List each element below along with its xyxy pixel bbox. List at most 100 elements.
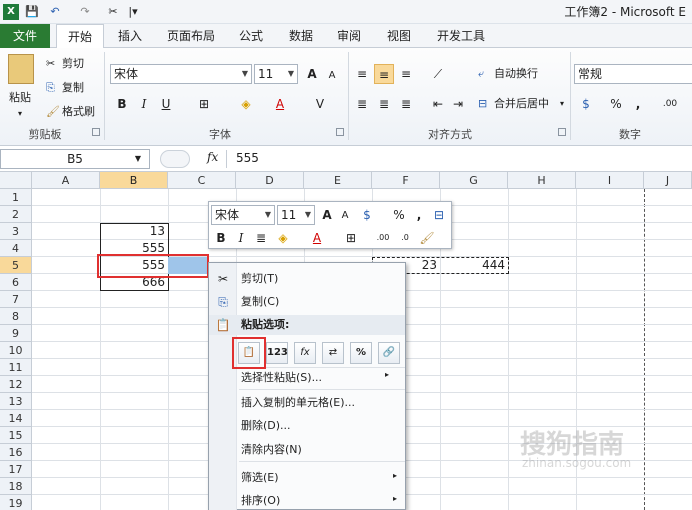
percent-button[interactable]: % [606,94,626,114]
number-format-combo[interactable]: 常规 [574,64,692,84]
row-header[interactable]: 17 [0,461,32,478]
excel-icon[interactable]: X [3,4,19,20]
align-middle-icon[interactable]: ≡ [374,64,394,84]
row-header[interactable]: 12 [0,376,32,393]
format-painter-icon[interactable]: 🖌 [417,228,437,248]
row-header[interactable]: 19 [0,495,32,510]
font-size-combo[interactable]: 11 ▼ [254,64,298,84]
column-header-g[interactable]: G [440,172,508,189]
phonetic-icon[interactable]: ᐯ [310,94,330,114]
format-painter-button[interactable]: 格式刷 [62,104,95,120]
align-left-icon[interactable]: ≣ [352,94,372,114]
cut-button[interactable]: 剪切 [62,56,84,72]
align-right-icon[interactable]: ≣ [396,94,416,114]
column-header-b[interactable]: B [100,172,168,189]
column-header-i[interactable]: I [576,172,644,189]
row-header[interactable]: 5 [0,257,32,274]
increase-indent-icon[interactable]: ⇥ [448,94,468,114]
mini-percent-button[interactable]: % [389,205,409,225]
menu-item-paste-special[interactable]: 选择性粘贴(S)... [241,369,322,387]
column-header-e[interactable]: E [304,172,372,189]
column-header-a[interactable]: A [32,172,100,189]
name-box[interactable]: B5 ▼ [0,149,150,169]
paste-button-values[interactable]: 123 [266,342,288,364]
undo-icon[interactable]: ↶ [46,4,64,20]
comma-button[interactable]: , [628,94,648,114]
menu-item-copy[interactable]: 复制(C) [241,293,279,311]
column-header-d[interactable]: D [236,172,304,189]
wrap-text-button[interactable]: 自动换行 [494,66,538,82]
tab-formulas[interactable]: 公式 [232,24,270,48]
merge-center-button[interactable]: 合并后居中 [494,96,549,112]
chevron-down-icon[interactable]: ▾ [560,96,564,112]
fill-color-icon[interactable]: ◈ [273,228,293,248]
fill-color-icon[interactable]: ◈ [236,94,256,114]
italic-button[interactable]: I [134,94,154,114]
borders-icon[interactable]: ⊞ [194,94,214,114]
underline-button[interactable]: U [156,94,176,114]
menu-item-cut[interactable]: 剪切(T) [241,270,278,288]
font-color-icon[interactable]: A [307,228,327,248]
paste-button-formulas[interactable]: fx [294,342,316,364]
row-header[interactable]: 10 [0,342,32,359]
customize-qat-icon[interactable]: |▾ [124,4,142,20]
tab-view[interactable]: 视图 [380,24,418,48]
grow-font-button[interactable]: A [302,64,322,84]
mini-bold-button[interactable]: B [211,228,231,248]
font-color-icon[interactable]: A [270,94,290,114]
formula-input[interactable]: 555 [236,151,259,165]
redo-icon[interactable]: ↷ [76,4,94,20]
mini-font-combo[interactable]: 宋体 ▼ [211,205,275,225]
align-bottom-icon[interactable]: ≡ [396,64,416,84]
alignment-launcher-icon[interactable] [558,128,566,136]
font-name-combo[interactable]: 宋体 ▼ [110,64,252,84]
merge-center-icon[interactable]: ⊟ [429,205,449,225]
paste-button[interactable]: 粘贴 [9,90,31,106]
cell-b3[interactable]: 13 [100,223,168,239]
accounting-format-icon[interactable]: $ [576,94,596,114]
menu-item-insert-copied[interactable]: 插入复制的单元格(E)... [241,394,355,412]
insert-function-icon[interactable]: fx [207,150,218,164]
row-header[interactable]: 3 [0,223,32,240]
tab-page-layout[interactable]: 页面布局 [160,24,222,48]
column-header-f[interactable]: F [372,172,440,189]
menu-item-delete[interactable]: 删除(D)... [241,417,291,435]
decrease-indent-icon[interactable]: ⇤ [428,94,448,114]
align-top-icon[interactable]: ≡ [352,64,372,84]
align-center-icon[interactable]: ≣ [374,94,394,114]
mini-comma-button[interactable]: , [409,205,429,225]
quick-access-format-icon[interactable]: ✂ [104,4,122,20]
accounting-format-icon[interactable]: $ [357,205,377,225]
tab-data[interactable]: 数据 [282,24,320,48]
shrink-font-icon[interactable]: A [335,206,355,226]
paste-button-transpose[interactable]: ⇄ [322,342,344,364]
bold-button[interactable]: B [112,94,132,114]
save-icon[interactable]: 💾 [24,4,40,20]
decrease-decimal-icon[interactable]: .0 [395,228,415,248]
row-header[interactable]: 14 [0,410,32,427]
menu-item-sort[interactable]: 排序(O) [241,492,280,510]
clipboard-launcher-icon[interactable] [92,128,100,136]
menu-item-filter[interactable]: 筛选(E) [241,469,279,487]
tab-review[interactable]: 审阅 [330,24,368,48]
paste-icon[interactable] [8,54,34,84]
row-header[interactable]: 6 [0,274,32,291]
increase-decimal-icon[interactable]: .00 [373,228,393,248]
copy-button[interactable]: 复制 [62,80,84,96]
select-all-corner[interactable] [0,172,32,189]
tab-developer[interactable]: 开发工具 [430,24,492,48]
paste-dropdown-icon[interactable]: ▾ [18,106,22,122]
cell-g5[interactable]: 444 [440,257,508,273]
row-header[interactable]: 15 [0,427,32,444]
grow-font-icon[interactable]: A [317,205,337,225]
tab-insert[interactable]: 插入 [110,24,150,48]
paste-button-formatting[interactable]: % [350,342,372,364]
row-header[interactable]: 8 [0,308,32,325]
orientation-icon[interactable]: ⟋ [428,64,448,84]
column-header-h[interactable]: H [508,172,576,189]
menu-item-clear[interactable]: 清除内容(N) [241,441,302,459]
mini-size-combo[interactable]: 11 ▼ [277,205,315,225]
column-header-c[interactable]: C [168,172,236,189]
shrink-font-button[interactable]: A [322,66,342,86]
row-header[interactable]: 13 [0,393,32,410]
